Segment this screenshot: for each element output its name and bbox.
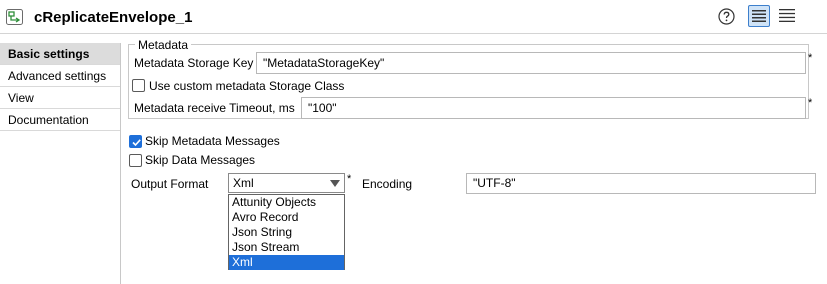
help-icon[interactable] (718, 8, 735, 25)
metadata-storage-key-label: Metadata Storage Key (134, 56, 254, 70)
output-format-value: Xml (233, 176, 254, 190)
dropdown-option-attunity-objects[interactable]: Attunity Objects (229, 195, 344, 210)
output-format-select[interactable]: Xml (228, 173, 345, 193)
use-custom-storage-class-checkbox[interactable] (132, 79, 145, 92)
sidebar-item-basic-settings[interactable]: Basic settings (0, 43, 120, 65)
output-format-dropdown: Attunity Objects Avro Record Json String… (228, 194, 345, 270)
list-view-icon (752, 10, 766, 22)
required-marker: * (347, 173, 352, 185)
metadata-timeout-input[interactable]: "100" (301, 97, 806, 119)
output-format-label: Output Format (131, 177, 209, 191)
dropdown-option-json-string[interactable]: Json String (229, 225, 344, 240)
checkmark-icon (132, 139, 141, 147)
dropdown-option-json-stream[interactable]: Json Stream (229, 240, 344, 255)
table-view-icon (779, 9, 795, 22)
metadata-storage-key-input[interactable]: "MetadataStorageKey" (256, 52, 806, 74)
use-custom-storage-class-label: Use custom metadata Storage Class (149, 79, 345, 93)
component-arrow-icon (6, 9, 23, 25)
skip-metadata-checkbox[interactable] (129, 135, 142, 148)
chevron-down-icon[interactable] (330, 180, 340, 187)
component-title: cReplicateEnvelope_1 (34, 9, 193, 26)
table-view-button[interactable] (776, 5, 798, 27)
sidebar-item-advanced-settings[interactable]: Advanced settings (0, 65, 120, 87)
skip-data-checkbox[interactable] (129, 154, 142, 167)
list-view-button[interactable] (748, 5, 770, 27)
required-marker: * (808, 52, 813, 64)
sidebar-item-documentation[interactable]: Documentation (0, 109, 120, 131)
settings-sidebar: Basic settings Advanced settings View Do… (0, 43, 121, 284)
encoding-input[interactable]: "UTF-8" (466, 173, 816, 194)
dropdown-option-xml[interactable]: Xml (229, 255, 344, 270)
metadata-timeout-label: Metadata receive Timeout, ms (134, 101, 295, 115)
sidebar-item-view[interactable]: View (0, 87, 120, 109)
metadata-group-title: Metadata (135, 38, 192, 52)
encoding-label: Encoding (362, 177, 413, 191)
title-bar: cReplicateEnvelope_1 (0, 0, 827, 34)
dropdown-option-avro-record[interactable]: Avro Record (229, 210, 344, 225)
required-marker: * (808, 97, 813, 109)
skip-data-label: Skip Data Messages (145, 153, 256, 167)
skip-metadata-label: Skip Metadata Messages (145, 134, 280, 148)
